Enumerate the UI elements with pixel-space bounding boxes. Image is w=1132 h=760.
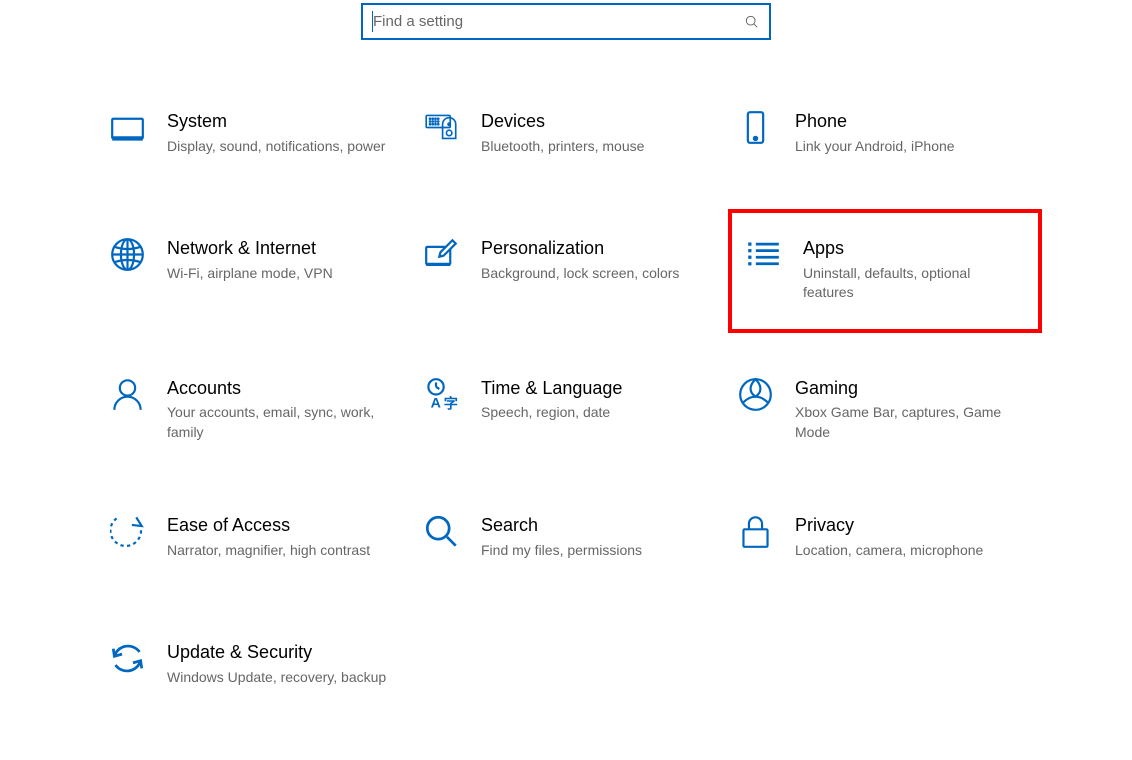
tile-text: Update & Security Windows Update, recove…: [167, 641, 404, 687]
tile-update-security[interactable]: Update & Security Windows Update, recove…: [100, 631, 414, 706]
tile-desc: Narrator, magnifier, high contrast: [167, 541, 396, 561]
tile-text: Apps Uninstall, defaults, optional featu…: [803, 237, 1024, 303]
tile-system[interactable]: System Display, sound, notifications, po…: [100, 100, 414, 175]
tile-text: Network & Internet Wi-Fi, airplane mode,…: [167, 237, 404, 283]
tile-title: Update & Security: [167, 641, 396, 664]
tile-text: Phone Link your Android, iPhone: [795, 110, 1032, 156]
settings-grid: System Display, sound, notifications, po…: [0, 100, 1132, 706]
tile-text: Personalization Background, lock screen,…: [481, 237, 718, 283]
tile-title: Time & Language: [481, 377, 710, 400]
tile-desc: Location, camera, microphone: [795, 541, 1024, 561]
time-language-icon: A 字: [424, 377, 459, 412]
tile-text: Time & Language Speech, region, date: [481, 377, 718, 423]
tile-network[interactable]: Network & Internet Wi-Fi, airplane mode,…: [100, 227, 414, 315]
tile-title: Network & Internet: [167, 237, 396, 260]
search-container: [0, 0, 1132, 100]
tile-text: Ease of Access Narrator, magnifier, high…: [167, 514, 404, 560]
search-input[interactable]: [373, 13, 745, 30]
update-icon: [110, 641, 145, 676]
tile-title: System: [167, 110, 396, 133]
gaming-icon: [738, 377, 773, 412]
tile-desc: Wi-Fi, airplane mode, VPN: [167, 264, 396, 284]
tile-personalization[interactable]: Personalization Background, lock screen,…: [414, 227, 728, 315]
tile-desc: Display, sound, notifications, power: [167, 137, 396, 157]
tile-text: Search Find my files, permissions: [481, 514, 718, 560]
tile-desc: Link your Android, iPhone: [795, 137, 1024, 157]
devices-icon: [424, 110, 459, 145]
tile-desc: Speech, region, date: [481, 403, 710, 423]
tile-text: Devices Bluetooth, printers, mouse: [481, 110, 718, 156]
tile-title: Phone: [795, 110, 1024, 133]
tile-search[interactable]: Search Find my files, permissions: [414, 504, 728, 579]
tile-devices[interactable]: Devices Bluetooth, printers, mouse: [414, 100, 728, 175]
tile-title: Personalization: [481, 237, 710, 260]
tile-desc: Windows Update, recovery, backup: [167, 668, 396, 688]
ease-of-access-icon: [110, 514, 145, 549]
tile-title: Privacy: [795, 514, 1024, 537]
tile-time-language[interactable]: A 字 Time & Language Speech, region, date: [414, 367, 728, 453]
tile-desc: Find my files, permissions: [481, 541, 710, 561]
search-icon: [745, 15, 759, 29]
personalization-icon: [424, 237, 459, 272]
tile-desc: Uninstall, defaults, optional features: [803, 264, 1016, 303]
lock-icon: [738, 514, 773, 549]
search-box[interactable]: [361, 3, 771, 40]
accounts-icon: [110, 377, 145, 412]
tile-privacy[interactable]: Privacy Location, camera, microphone: [728, 504, 1042, 579]
tile-phone[interactable]: Phone Link your Android, iPhone: [728, 100, 1042, 175]
tile-title: Ease of Access: [167, 514, 396, 537]
svg-text:字: 字: [444, 394, 458, 411]
tile-gaming[interactable]: Gaming Xbox Game Bar, captures, Game Mod…: [728, 367, 1042, 453]
tile-title: Apps: [803, 237, 1016, 260]
tile-text: Accounts Your accounts, email, sync, wor…: [167, 377, 404, 443]
tile-text: Privacy Location, camera, microphone: [795, 514, 1032, 560]
tile-text: Gaming Xbox Game Bar, captures, Game Mod…: [795, 377, 1032, 443]
apps-icon: [746, 237, 781, 272]
tile-accounts[interactable]: Accounts Your accounts, email, sync, wor…: [100, 367, 414, 453]
tile-desc: Background, lock screen, colors: [481, 264, 710, 284]
search-magnifier-icon: [424, 514, 459, 549]
tile-title: Devices: [481, 110, 710, 133]
globe-icon: [110, 237, 145, 272]
tile-title: Gaming: [795, 377, 1024, 400]
tile-title: Search: [481, 514, 710, 537]
tile-text: System Display, sound, notifications, po…: [167, 110, 404, 156]
tile-title: Accounts: [167, 377, 396, 400]
tile-desc: Xbox Game Bar, captures, Game Mode: [795, 403, 1024, 442]
phone-icon: [738, 110, 773, 145]
tile-desc: Your accounts, email, sync, work, family: [167, 403, 396, 442]
tile-apps[interactable]: Apps Uninstall, defaults, optional featu…: [728, 209, 1042, 333]
tile-ease-of-access[interactable]: Ease of Access Narrator, magnifier, high…: [100, 504, 414, 579]
svg-text:A: A: [431, 395, 441, 411]
tile-desc: Bluetooth, printers, mouse: [481, 137, 710, 157]
system-icon: [110, 110, 145, 145]
text-cursor: [372, 11, 373, 32]
